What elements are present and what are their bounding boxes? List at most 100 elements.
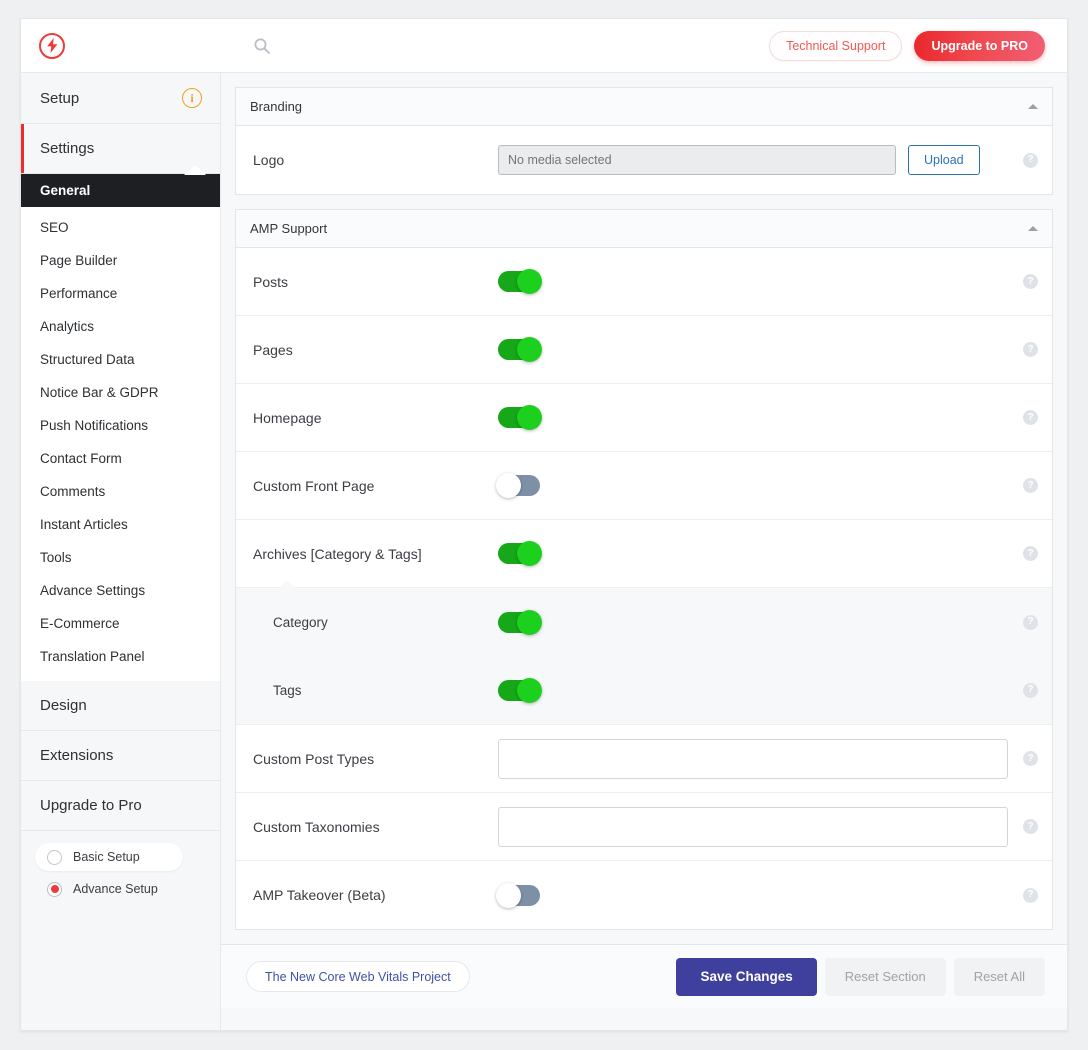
settings-footer: The New Core Web Vitals Project Save Cha… [221,944,1067,1008]
row-custom-taxonomies-label: Custom Taxonomies [253,818,380,835]
help-icon[interactable]: ? [1023,682,1038,698]
row-posts-label: Posts [253,273,289,290]
radio-basic-setup[interactable]: Basic Setup [35,843,183,871]
amp-bolt-icon[interactable] [39,32,65,59]
sidebar-extensions-label: Extensions [40,747,114,764]
branding-panel-header[interactable]: Branding [236,88,1052,126]
toggle-knob [517,677,542,703]
row-custom-post-types-label: Custom Post Types [253,750,375,767]
custom-taxonomies-input[interactable] [498,806,1008,847]
toggle-knob [496,473,521,498]
row-tags-help: ? [1010,682,1038,698]
reset-all-button[interactable]: Reset All [953,957,1045,996]
technical-support-button[interactable]: Technical Support [769,30,903,61]
row-custom-front-page-help: ? [1010,478,1038,493]
sidebar-item-advance-settings[interactable]: Advance Settings [21,574,220,607]
app-header: Technical Support Upgrade to PRO [21,19,1067,73]
sidebar-item-page-builder[interactable]: Page Builder [21,244,220,277]
chevron-up-icon[interactable] [1028,104,1038,109]
sidebar-item-e-commerce[interactable]: E-Commerce [21,607,220,640]
toggle-tags[interactable] [498,677,542,703]
upload-button[interactable]: Upload [908,145,980,175]
row-amp-takeover-label: AMP Takeover (Beta) [253,887,386,903]
sidebar-item-upgrade-to-pro[interactable]: Upgrade to Pro [21,781,220,831]
help-icon[interactable]: ? [1023,274,1038,289]
toggle-homepage[interactable] [498,405,542,430]
row-homepage-control [498,405,1010,430]
upgrade-to-pro-button[interactable]: Upgrade to PRO [914,30,1045,61]
toggle-posts[interactable] [498,269,542,294]
toggle-pages[interactable] [498,337,542,362]
amp-support-panel-header[interactable]: AMP Support [236,210,1052,248]
sidebar-design-label: Design [40,697,87,714]
core-web-vitals-button[interactable]: The New Core Web Vitals Project [246,961,470,992]
toggle-custom-front-page[interactable] [496,473,540,498]
help-icon[interactable]: ? [1023,152,1038,168]
row-logo: Logo Upload ? [236,126,1052,194]
help-icon[interactable]: ? [1023,478,1038,493]
setup-mode-group: Basic Setup Advance Setup [21,831,220,921]
help-icon[interactable]: ? [1023,819,1038,834]
help-icon[interactable]: ? [1023,751,1038,766]
info-icon[interactable]: i [182,88,202,108]
search-icon[interactable] [251,35,273,57]
sidebar-item-design[interactable]: Design [21,681,220,731]
row-category-help: ? [1010,614,1038,630]
footer-actions: Save Changes Reset Section Reset All [676,957,1045,996]
toggle-category[interactable] [498,609,542,635]
toggle-knob [517,337,542,362]
radio-circle-icon [47,849,62,865]
row-archives-label: Archives [Category & Tags] [253,545,422,562]
help-icon[interactable]: ? [1023,342,1038,357]
sidebar-item-general[interactable]: General [21,174,220,207]
amp-support-panel-title: AMP Support [250,221,328,236]
sidebar-item-notice-bar-gdpr[interactable]: Notice Bar & GDPR [21,376,220,409]
toggle-knob [496,882,521,908]
chevron-up-icon[interactable] [1028,226,1038,231]
row-amp-takeover: AMP Takeover (Beta) ? [236,861,1052,929]
help-icon[interactable]: ? [1023,410,1038,425]
row-custom-post-types-control [498,738,1010,779]
radio-advance-setup[interactable]: Advance Setup [35,875,183,903]
row-custom-taxonomies-help: ? [1010,819,1038,834]
sidebar-item-structured-data[interactable]: Structured Data [21,343,220,376]
sidebar-item-performance[interactable]: Performance [21,277,220,310]
sidebar-item-tools[interactable]: Tools [21,541,220,574]
toggle-knob [517,541,542,566]
row-pages-label: Pages [253,341,293,358]
sidebar-item-seo[interactable]: SEO [21,211,220,244]
radio-advance-setup-label: Advance Setup [73,882,158,896]
sidebar-item-analytics[interactable]: Analytics [21,310,220,343]
row-logo-label: Logo [253,152,285,168]
sidebar-item-contact-form[interactable]: Contact Form [21,442,220,475]
sidebar-settings-label: Settings [40,140,95,157]
sidebar-item-instant-articles[interactable]: Instant Articles [21,508,220,541]
toggle-amp-takeover[interactable] [496,882,540,908]
archives-subpanel: Category ? Tags ? [236,580,1052,725]
row-archives-help: ? [1010,546,1038,561]
row-tags-label: Tags [273,682,302,698]
row-category: Category ? [236,588,1052,656]
row-posts: Posts ? [236,248,1052,316]
sidebar-item-setup[interactable]: Setup i [21,73,220,124]
help-icon[interactable]: ? [1023,887,1038,903]
custom-post-types-input[interactable] [498,738,1008,779]
help-icon[interactable]: ? [1023,546,1038,561]
logo-media-input[interactable] [498,145,896,175]
toggle-knob [517,405,542,430]
sidebar-item-comments[interactable]: Comments [21,475,220,508]
sidebar-item-translation-panel[interactable]: Translation Panel [21,640,220,673]
sidebar-item-extensions[interactable]: Extensions [21,731,220,781]
reset-section-button[interactable]: Reset Section [824,957,946,996]
save-changes-button[interactable]: Save Changes [676,957,817,996]
branding-panel: Branding Logo Upload ? [235,87,1053,195]
help-icon[interactable]: ? [1023,614,1038,630]
row-custom-taxonomies: Custom Taxonomies ? [236,793,1052,861]
row-archives: Archives [Category & Tags] ? [236,520,1052,588]
toggle-knob [517,269,542,294]
row-pages-control [498,337,1010,362]
sidebar-item-push-notifications[interactable]: Push Notifications [21,409,220,442]
toggle-archives[interactable] [498,541,542,566]
row-homepage-help: ? [1010,410,1038,425]
row-tags-control [498,677,1010,703]
